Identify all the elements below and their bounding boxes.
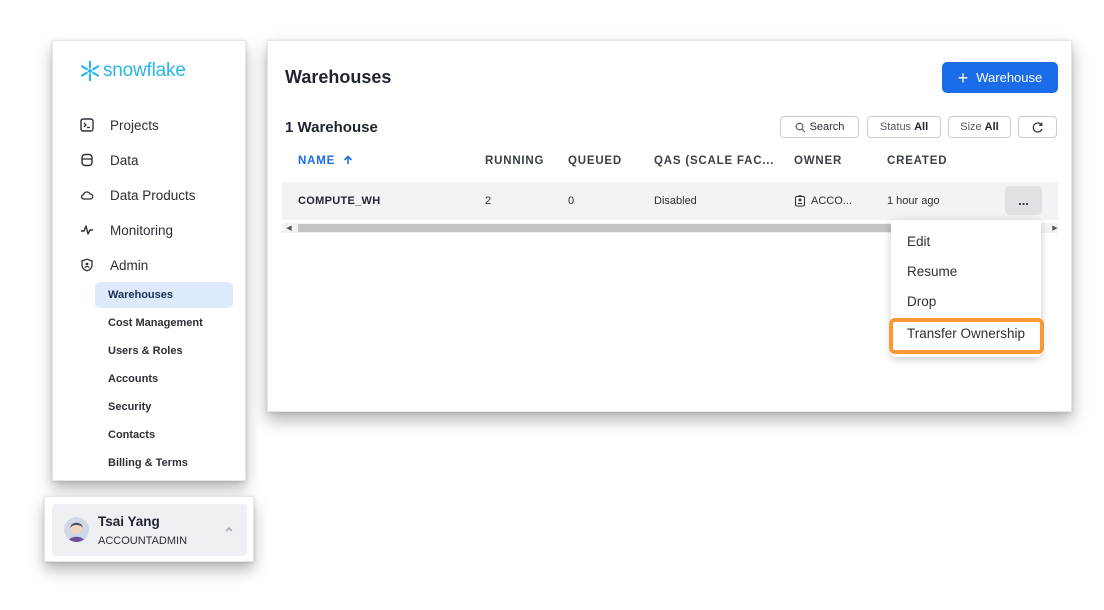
shield-icon bbox=[79, 257, 95, 273]
status-filter-label: Status bbox=[879, 121, 912, 133]
size-filter-value: All bbox=[984, 121, 999, 133]
menu-item-edit[interactable]: Edit bbox=[907, 234, 930, 249]
search-button[interactable]: Search bbox=[780, 116, 859, 138]
cloud-icon bbox=[79, 187, 95, 203]
user-menu-button[interactable]: Tsai Yang ACCOUNTADMIN bbox=[52, 504, 247, 556]
sidebar-item-contacts[interactable]: Contacts bbox=[95, 422, 233, 448]
snowflake-logo[interactable]: snowflake bbox=[79, 60, 186, 82]
user-name: Tsai Yang bbox=[98, 514, 160, 529]
sidebar-item-accounts[interactable]: Accounts bbox=[95, 366, 233, 392]
brand-name: snowflake bbox=[103, 60, 186, 81]
refresh-button[interactable] bbox=[1018, 116, 1057, 138]
cell-owner: ACCO... bbox=[794, 195, 852, 207]
scroll-right-icon[interactable]: ▶ bbox=[1050, 223, 1060, 233]
menu-item-resume[interactable]: Resume bbox=[907, 264, 957, 279]
sidebar-item-label: Data bbox=[110, 152, 139, 168]
sidebar-item-admin[interactable]: Admin bbox=[79, 253, 148, 277]
search-label: Search bbox=[809, 121, 845, 133]
refresh-icon bbox=[1032, 121, 1043, 133]
owner-label: ACCO... bbox=[811, 195, 852, 207]
add-warehouse-button[interactable]: + Warehouse bbox=[942, 62, 1058, 93]
sidebar-item-projects[interactable]: Projects bbox=[79, 113, 159, 137]
scroll-left-icon[interactable]: ◀ bbox=[284, 223, 294, 233]
sidebar-item-security[interactable]: Security bbox=[95, 394, 233, 420]
sidebar-item-cost-management[interactable]: Cost Management bbox=[95, 310, 233, 336]
column-header-name[interactable]: NAME bbox=[298, 155, 353, 167]
column-header-qas[interactable]: QAS (SCALE FAC... bbox=[654, 155, 774, 167]
user-role: ACCOUNTADMIN bbox=[98, 535, 188, 547]
role-badge-icon bbox=[795, 195, 805, 207]
cell-name[interactable]: COMPUTE_WH bbox=[298, 195, 380, 207]
sidebar-item-label: Monitoring bbox=[110, 222, 174, 238]
column-header-queued[interactable]: QUEUED bbox=[568, 155, 622, 167]
cell-running: 2 bbox=[485, 195, 492, 207]
snowflake-logo-icon bbox=[80, 60, 100, 82]
column-header-owner[interactable]: OWNER bbox=[794, 155, 842, 167]
cell-created: 1 hour ago bbox=[887, 195, 940, 207]
cell-queued: 0 bbox=[568, 195, 575, 207]
sort-ascending-icon bbox=[343, 155, 353, 164]
plus-icon: + bbox=[957, 67, 969, 88]
sidebar-item-monitoring[interactable]: Monitoring bbox=[79, 218, 173, 242]
add-warehouse-label: Warehouse bbox=[976, 70, 1043, 85]
highlight-frame bbox=[889, 318, 1044, 354]
column-header-label: NAME bbox=[298, 155, 336, 167]
sidebar-item-data[interactable]: Data bbox=[79, 148, 139, 172]
search-icon bbox=[795, 122, 805, 132]
sidebar-item-users-roles[interactable]: Users & Roles bbox=[95, 338, 233, 364]
cell-qas: Disabled bbox=[654, 195, 697, 207]
sidebar-item-label: Data Products bbox=[110, 187, 196, 203]
sidebar-item-warehouses[interactable]: Warehouses bbox=[95, 282, 233, 308]
avatar bbox=[64, 517, 89, 542]
menu-item-drop[interactable]: Drop bbox=[907, 294, 936, 309]
activity-icon bbox=[79, 222, 95, 238]
scrollbar-thumb[interactable] bbox=[298, 224, 918, 232]
sidebar-item-billing-terms[interactable]: Billing & Terms bbox=[95, 450, 233, 476]
page-title: Warehouses bbox=[285, 67, 392, 87]
size-filter-label: Size bbox=[960, 121, 982, 133]
size-filter[interactable]: Size All bbox=[948, 116, 1011, 138]
column-header-running[interactable]: RUNNING bbox=[485, 155, 544, 167]
sidebar-item-label: Projects bbox=[110, 117, 159, 133]
sidebar-item-data-products[interactable]: Data Products bbox=[79, 183, 196, 207]
sidebar: snowflake Projects Data Data Products Mo… bbox=[52, 40, 246, 481]
chevron-up-icon bbox=[225, 527, 233, 532]
database-icon bbox=[79, 152, 95, 168]
column-header-created[interactable]: CREATED bbox=[887, 155, 947, 167]
warehouse-count: 1 Warehouse bbox=[285, 119, 378, 136]
terminal-icon bbox=[79, 117, 95, 133]
row-actions-button[interactable]: ... bbox=[1005, 186, 1042, 215]
sidebar-item-label: Admin bbox=[110, 257, 149, 273]
status-filter[interactable]: Status All bbox=[867, 116, 941, 138]
user-menu-card: Tsai Yang ACCOUNTADMIN bbox=[44, 496, 254, 562]
status-filter-value: All bbox=[914, 121, 929, 133]
